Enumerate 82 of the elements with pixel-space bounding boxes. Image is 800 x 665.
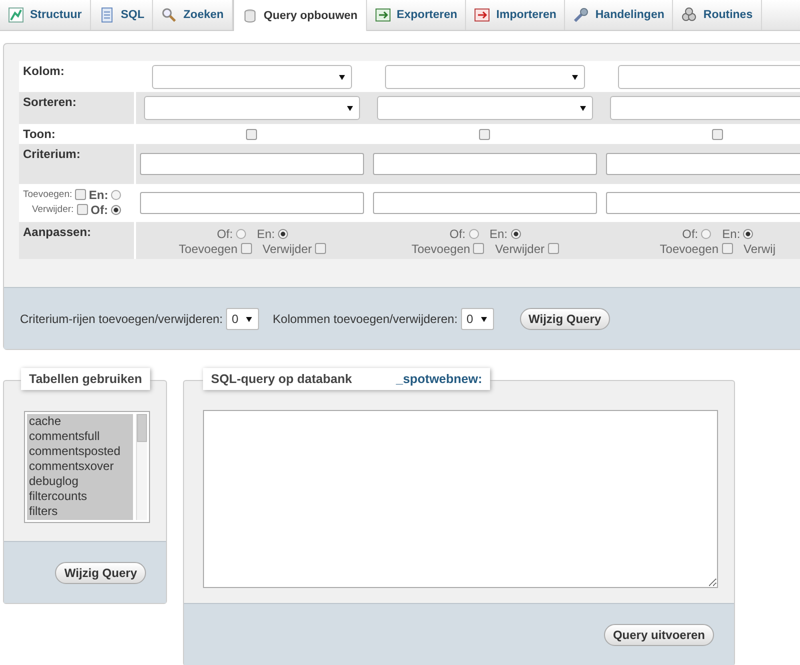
criteria-rows-label: Criterium-rijen toevoegen/verwijderen: [20, 312, 223, 326]
criteria-input[interactable] [140, 192, 364, 214]
or-label: Of: [90, 202, 108, 216]
show-checkbox[interactable] [479, 128, 490, 140]
row-label: Aanpassen: [23, 225, 92, 239]
add-checkbox[interactable] [473, 243, 484, 254]
or-label: Of: [682, 226, 698, 240]
row-label: Sorteren: [23, 95, 76, 109]
tables-listbox[interactable]: cache commentsfull commentsposted commentsxover debuglog filtercounts filters [24, 411, 150, 523]
columns-dropdown[interactable]: 0 [460, 308, 494, 330]
and-label: En: [88, 188, 108, 202]
and-radio[interactable] [278, 228, 288, 238]
tab[interactable]: SQL [90, 0, 154, 30]
sort-dropdown[interactable] [377, 96, 593, 120]
or-label: Of: [216, 226, 233, 240]
document-icon [98, 7, 115, 23]
or-radio[interactable] [111, 204, 121, 214]
criteria-input[interactable] [373, 153, 597, 175]
database-link[interactable]: _spotwebnew: [396, 372, 482, 386]
run-query-button[interactable]: Query uitvoeren [604, 624, 714, 646]
caret-icon [480, 316, 487, 322]
remove-checkbox[interactable] [548, 243, 559, 254]
or-radio[interactable] [701, 228, 712, 238]
gears-icon [681, 7, 698, 23]
add-label: Toevoegen: [23, 189, 72, 200]
and-label: En: [256, 226, 275, 240]
update-query-button[interactable]: Wijzig Query [520, 308, 610, 330]
chart-icon [8, 7, 24, 23]
tab[interactable]: Handelingen [565, 0, 674, 30]
and-radio[interactable] [111, 190, 121, 200]
tab[interactable]: Structuur [0, 0, 91, 30]
remove-label: Verwijder: [32, 204, 74, 215]
remove-label: Verwijder [495, 242, 545, 256]
rows-dropdown[interactable]: 0 [226, 308, 259, 330]
panel-legend: Tabellen gebruiken [21, 368, 150, 390]
column-dropdown[interactable] [618, 64, 800, 88]
or-radio[interactable] [236, 228, 246, 238]
database-icon [242, 8, 258, 24]
remove-label: Verwijder [262, 242, 312, 256]
and-radio[interactable] [510, 228, 521, 238]
show-checkbox[interactable] [712, 128, 724, 140]
search-icon [161, 7, 178, 23]
caret-icon [572, 74, 578, 80]
tab[interactable]: Routines [673, 0, 762, 30]
caret-icon [580, 106, 586, 111]
columns-label: Kolommen toevoegen/verwijderen: [272, 312, 458, 326]
row-label: Kolom: [23, 64, 64, 78]
scrollbar[interactable] [136, 414, 147, 520]
row-label: Toon: [23, 127, 56, 141]
criteria-input[interactable] [372, 192, 597, 214]
add-checkbox[interactable] [240, 243, 252, 254]
show-checkbox[interactable] [246, 128, 258, 140]
update-query-button[interactable]: Wijzig Query [55, 562, 146, 584]
or-radio[interactable] [468, 228, 478, 238]
remove-checkbox[interactable] [314, 243, 326, 254]
panel-legend: SQL-query op databank [211, 372, 352, 386]
tab[interactable]: Importeren [466, 0, 566, 30]
add-label: Toevoegen [178, 242, 238, 256]
criteria-input[interactable] [606, 153, 800, 175]
sort-dropdown[interactable] [144, 96, 360, 120]
and-label: En: [490, 226, 508, 240]
criteria-input[interactable] [606, 192, 800, 214]
add-label: Toevoegen [411, 242, 470, 256]
column-dropdown[interactable] [152, 64, 352, 88]
and-radio[interactable] [743, 228, 754, 238]
add-checkbox[interactable] [722, 243, 732, 254]
wrench-icon [573, 7, 590, 23]
tab[interactable]: Exporteren [366, 0, 466, 30]
caret-icon [338, 74, 345, 80]
add-checkbox[interactable] [75, 189, 86, 200]
criteria-input[interactable] [140, 153, 364, 175]
column-dropdown[interactable] [384, 64, 585, 88]
and-label: En: [722, 226, 740, 240]
remove-checkbox[interactable] [76, 204, 88, 215]
row-label: Criterium: [23, 147, 80, 161]
caret-icon [246, 316, 252, 322]
sort-dropdown[interactable] [610, 96, 800, 120]
caret-icon [347, 106, 354, 111]
tab[interactable]: Query opbouwen [232, 0, 367, 31]
or-label: Of: [449, 226, 466, 240]
remove-label: Verwij [744, 242, 776, 256]
add-label: Toevoegen [660, 242, 718, 256]
